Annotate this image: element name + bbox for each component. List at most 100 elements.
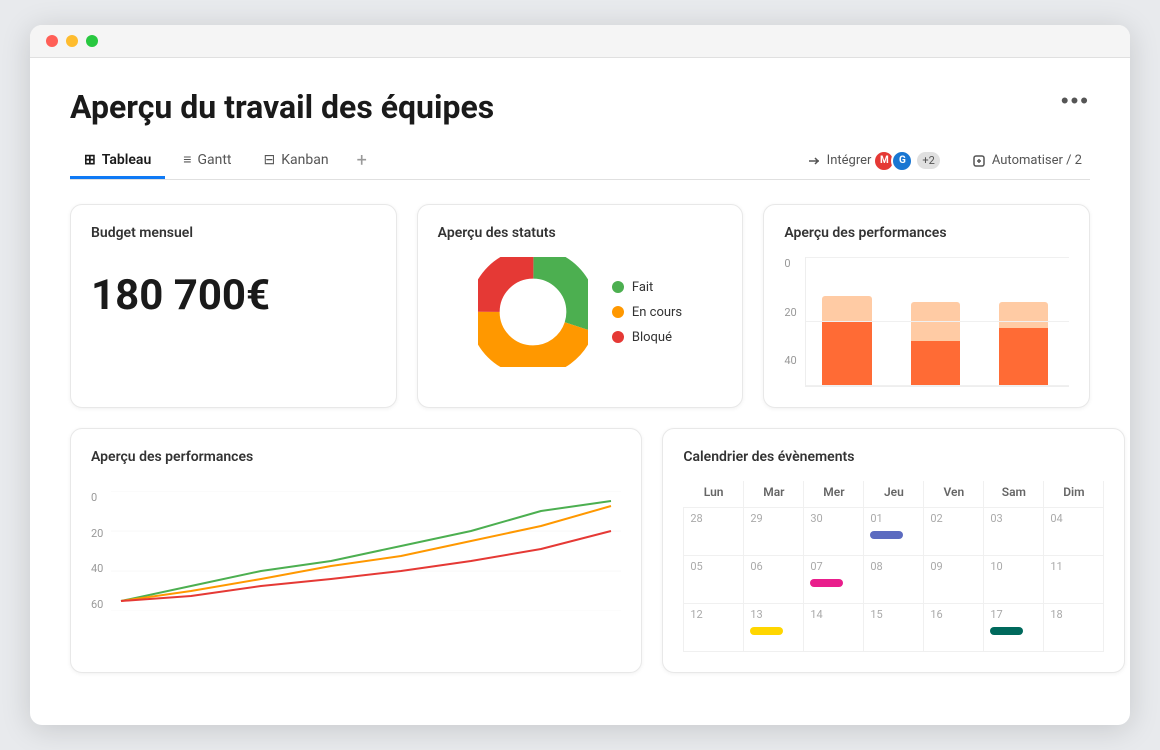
- budget-card-title: Budget mensuel: [91, 225, 376, 241]
- line-chart-wrapper: 60 40 20 0: [91, 481, 621, 611]
- dashboard-top: Budget mensuel 180 700€ Aperçu des statu…: [70, 204, 1090, 408]
- maximize-dot[interactable]: [86, 35, 98, 47]
- bar-group-2: [900, 257, 970, 386]
- status-body: Fait En cours Bloqué: [438, 257, 723, 367]
- gantt-icon: ≡: [183, 151, 191, 168]
- budget-value: 180 700€: [91, 271, 376, 320]
- bar2-dark: [911, 341, 960, 386]
- tab-kanban[interactable]: ⊟ Kanban: [250, 144, 343, 179]
- line-y-20: 20: [91, 527, 103, 540]
- app-window: Aperçu du travail des équipes ••• ⊞ Tabl…: [30, 25, 1130, 725]
- legend-fait: Fait: [612, 280, 682, 295]
- cal-date-29: 29: [750, 512, 797, 525]
- close-dot[interactable]: [46, 35, 58, 47]
- bloque-label: Bloqué: [632, 330, 672, 345]
- cal-cell-29: 29: [744, 508, 804, 556]
- bar-y-label-0: 40: [784, 354, 796, 367]
- status-legend: Fait En cours Bloqué: [612, 280, 682, 345]
- calendar-card: Calendrier des évènements Lun Mar Mer Je…: [662, 428, 1125, 673]
- cal-cell-05: 05: [684, 556, 744, 604]
- cal-cell-10: 10: [984, 556, 1044, 604]
- line-y-0: 0: [91, 491, 103, 504]
- cal-date-08: 08: [870, 560, 917, 573]
- cal-date-03: 03: [990, 512, 1037, 525]
- status-card-title: Aperçu des statuts: [438, 225, 723, 241]
- tab-add-button[interactable]: +: [347, 142, 377, 179]
- cal-cell-01: 01: [864, 508, 924, 556]
- pie-svg: [478, 257, 588, 367]
- cal-header-mar: Mar: [744, 481, 804, 508]
- page-header: Aperçu du travail des équipes •••: [70, 88, 1090, 126]
- cal-cell-11: 11: [1044, 556, 1104, 604]
- cal-event-07: [810, 579, 843, 587]
- fait-dot: [612, 281, 624, 293]
- title-bar: [30, 25, 1130, 58]
- tab-tableau[interactable]: ⊞ Tableau: [70, 144, 165, 179]
- status-card: Aperçu des statuts: [417, 204, 744, 408]
- cal-week-3: 12 13 14 15 16 17: [684, 604, 1104, 652]
- bar-group-3: [989, 257, 1059, 386]
- cal-cell-14: 14: [804, 604, 864, 652]
- integrer-label: Intégrer: [827, 153, 872, 168]
- bloque-dot: [612, 331, 624, 343]
- bar1-dark: [822, 322, 871, 387]
- line-chart-svg: [111, 491, 621, 611]
- en-cours-dot: [612, 306, 624, 318]
- bar3-dark: [999, 328, 1048, 386]
- cal-week-2: 05 06 07 08 09 10 11: [684, 556, 1104, 604]
- tab-gantt[interactable]: ≡ Gantt: [169, 143, 245, 179]
- minimize-dot[interactable]: [66, 35, 78, 47]
- cal-date-02: 02: [930, 512, 977, 525]
- cal-date-04: 04: [1050, 512, 1097, 525]
- cal-header-ven: Ven: [924, 481, 984, 508]
- line-y-40: 40: [91, 562, 103, 575]
- cal-date-28: 28: [690, 512, 737, 525]
- bar-chart-body: [805, 257, 1069, 387]
- cal-cell-28: 28: [684, 508, 744, 556]
- cal-date-11: 11: [1050, 560, 1097, 573]
- cal-date-01: 01: [870, 512, 917, 525]
- page-title: Aperçu du travail des équipes: [70, 88, 494, 126]
- cal-cell-17: 17: [984, 604, 1044, 652]
- calendar-table: Lun Mar Mer Jeu Ven Sam Dim 28: [683, 481, 1104, 652]
- cal-cell-04: 04: [1044, 508, 1104, 556]
- cal-week-1: 28 29 30 01 02 03 04: [684, 508, 1104, 556]
- perf-line-title: Aperçu des performances: [91, 449, 621, 465]
- automatiser-button[interactable]: Automatiser / 2: [964, 149, 1090, 172]
- bar2-light: [911, 302, 960, 341]
- cal-date-15: 15: [870, 608, 917, 621]
- main-content: Aperçu du travail des équipes ••• ⊞ Tabl…: [30, 58, 1130, 703]
- cal-date-10: 10: [990, 560, 1037, 573]
- bar-chart-container: 40 20 0: [784, 257, 1069, 387]
- cal-cell-07: 07: [804, 556, 864, 604]
- table-icon: ⊞: [84, 152, 96, 168]
- perf-bar-card: Aperçu des performances 40 20 0: [763, 204, 1090, 408]
- cal-date-13: 13: [750, 608, 797, 621]
- en-cours-label: En cours: [632, 305, 682, 320]
- perf-line-card: Aperçu des performances 60 40 20 0: [70, 428, 642, 673]
- cal-date-07: 07: [810, 560, 857, 573]
- cal-header-mer: Mer: [804, 481, 864, 508]
- cal-date-30: 30: [810, 512, 857, 525]
- cal-header-jeu: Jeu: [864, 481, 924, 508]
- cal-date-05: 05: [690, 560, 737, 573]
- cal-cell-16: 16: [924, 604, 984, 652]
- cal-cell-30: 30: [804, 508, 864, 556]
- cal-cell-13: 13: [744, 604, 804, 652]
- bar-y-label-1: 20: [784, 306, 796, 319]
- line-y-60: 60: [91, 598, 103, 611]
- integrer-button[interactable]: Intégrer M G +2: [799, 146, 948, 176]
- automatiser-label: Automatiser / 2: [992, 153, 1082, 168]
- calendar-title: Calendrier des évènements: [683, 449, 1104, 465]
- bar-y-labels: 40 20 0: [784, 257, 796, 367]
- cal-cell-03: 03: [984, 508, 1044, 556]
- cal-cell-08: 08: [864, 556, 924, 604]
- bar3-light: [999, 302, 1048, 328]
- bar-y-label-2: 0: [784, 257, 796, 270]
- kanban-icon: ⊟: [264, 152, 276, 168]
- line-y-labels: 60 40 20 0: [91, 491, 103, 611]
- more-button[interactable]: •••: [1061, 88, 1090, 114]
- automatiser-icon: [972, 154, 986, 168]
- avatar-2: G: [891, 150, 913, 172]
- bar1-light: [822, 296, 871, 322]
